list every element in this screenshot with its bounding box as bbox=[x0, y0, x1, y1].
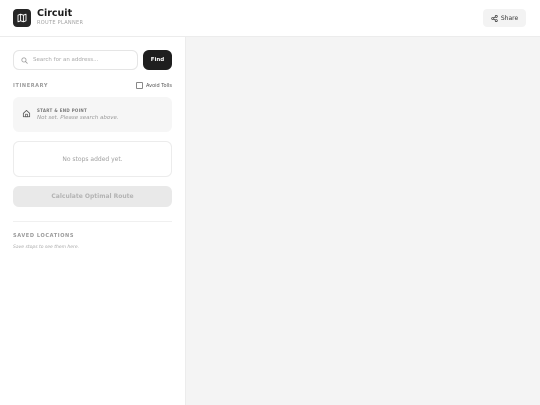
avoid-tolls-toggle[interactable]: Avoid Tolls bbox=[136, 82, 172, 89]
saved-locations-empty: Save stops to see them here. bbox=[13, 245, 80, 250]
stops-empty-message: No stops added yet. bbox=[62, 155, 123, 163]
search-box[interactable] bbox=[13, 50, 138, 70]
section-divider bbox=[13, 221, 172, 222]
avoid-tolls-checkbox[interactable] bbox=[136, 82, 143, 89]
itinerary-heading: ITINERARY bbox=[13, 83, 49, 89]
share-label: Share bbox=[500, 14, 519, 22]
start-end-title: START & END POINT bbox=[37, 108, 88, 113]
map-canvas[interactable] bbox=[186, 37, 540, 405]
search-icon bbox=[21, 56, 28, 64]
app-title: Circuit bbox=[37, 8, 73, 19]
share-button[interactable]: Share bbox=[483, 9, 526, 27]
search-input[interactable] bbox=[33, 57, 133, 63]
avoid-tolls-label: Avoid Tolls bbox=[146, 82, 172, 89]
app-header: Circuit ROUTE PLANNER Share bbox=[0, 0, 540, 37]
find-button[interactable]: Find bbox=[143, 50, 172, 70]
home-icon bbox=[22, 110, 31, 118]
share-icon bbox=[491, 14, 498, 22]
saved-locations-heading: SAVED LOCATIONS bbox=[13, 233, 75, 239]
start-end-point-card: START & END POINT Not set. Please search… bbox=[13, 97, 172, 132]
start-end-value: Not set. Please search above. bbox=[37, 115, 119, 121]
stops-list: No stops added yet. bbox=[13, 141, 172, 177]
map-icon bbox=[13, 9, 31, 27]
sidebar: Find ITINERARY Avoid Tolls START & END P… bbox=[0, 37, 186, 405]
app-subtitle: ROUTE PLANNER bbox=[37, 20, 84, 26]
calculate-route-button[interactable]: Calculate Optimal Route bbox=[13, 186, 172, 207]
